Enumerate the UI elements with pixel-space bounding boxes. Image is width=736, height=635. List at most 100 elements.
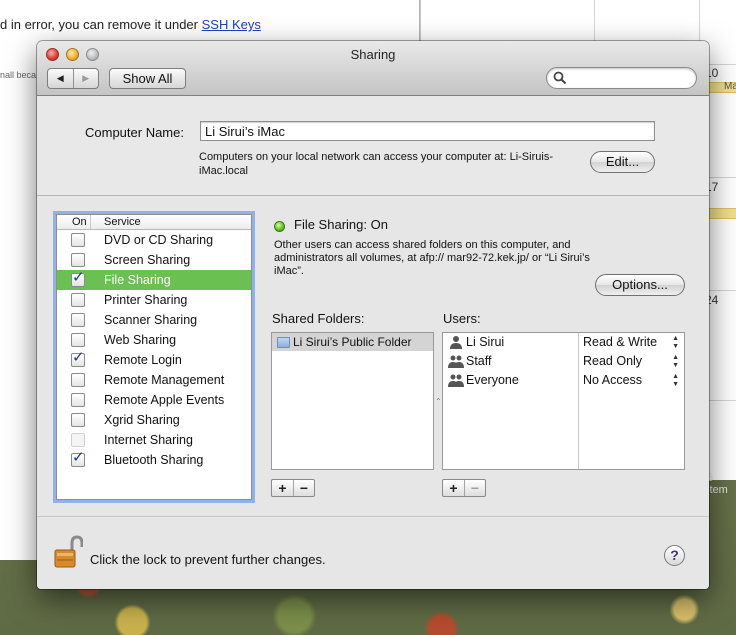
- ssh-keys-link[interactable]: SSH Keys: [202, 17, 261, 32]
- service-row[interactable]: Screen Sharing: [57, 250, 251, 270]
- folder-icon: [277, 336, 290, 348]
- service-checkbox[interactable]: [71, 293, 85, 307]
- shared-folder-row[interactable]: Li Sirui’s Public Folder: [272, 333, 433, 351]
- group-icon: [448, 355, 464, 368]
- service-label: File Sharing: [104, 273, 171, 287]
- sharing-window: Sharing ◀ ▶ Show All Computer Name: Comp…: [37, 41, 709, 589]
- calendar-event-label: Ma: [724, 81, 736, 92]
- users-add-remove: + −: [442, 479, 486, 497]
- service-checkbox[interactable]: [71, 233, 85, 247]
- service-row[interactable]: Xgrid Sharing: [57, 410, 251, 430]
- permission-value: Read & Write: [583, 335, 658, 349]
- service-status-description: Other users can access shared folders on…: [274, 239, 590, 277]
- column-header-on[interactable]: On: [57, 215, 91, 229]
- service-row[interactable]: Internet Sharing: [57, 430, 251, 450]
- search-field[interactable]: [546, 67, 697, 89]
- service-row[interactable]: ✓ Remote Login: [57, 349, 251, 370]
- service-checkbox[interactable]: [71, 333, 85, 347]
- window-toolbar: Sharing ◀ ▶ Show All: [37, 41, 709, 96]
- users-list[interactable]: Li Sirui Staff Everyone Read & Write ▲ ▼ …: [442, 332, 685, 470]
- back-button[interactable]: ◀: [48, 69, 73, 88]
- service-checkbox[interactable]: ✓: [71, 269, 85, 287]
- show-all-button[interactable]: Show All: [109, 68, 186, 89]
- service-checkbox[interactable]: ✓: [71, 449, 85, 467]
- service-checkbox[interactable]: ✓: [71, 349, 85, 367]
- users-name-column: Li Sirui Staff Everyone: [443, 333, 579, 469]
- remove-user-button[interactable]: −: [464, 480, 485, 496]
- service-row[interactable]: ✓ File Sharing: [57, 269, 251, 290]
- computer-name-description: Computers on your local network can acce…: [199, 151, 553, 177]
- service-label: Remote Management: [104, 373, 225, 387]
- options-button[interactable]: Options...: [595, 274, 685, 296]
- service-row[interactable]: Remote Apple Events: [57, 390, 251, 410]
- splitter-handle-icon[interactable]: ⌃: [435, 397, 442, 406]
- permission-popup[interactable]: Read & Write ▲ ▼: [583, 335, 683, 354]
- service-label: DVD or CD Sharing: [104, 233, 214, 247]
- checkmark-icon: ✓: [72, 449, 85, 466]
- service-checkbox[interactable]: [71, 393, 85, 407]
- service-label: Printer Sharing: [104, 293, 188, 307]
- service-label: Remote Login: [104, 353, 182, 367]
- search-icon: [553, 71, 567, 85]
- service-row[interactable]: Remote Management: [57, 370, 251, 390]
- service-label: Bluetooth Sharing: [104, 453, 204, 467]
- forward-arrow-icon: ▶: [82, 73, 90, 83]
- permission-popup[interactable]: No Access ▲ ▼: [583, 373, 683, 392]
- window-footer: Click the lock to prevent further change…: [37, 518, 709, 589]
- service-row[interactable]: Scanner Sharing: [57, 310, 251, 330]
- service-checkbox[interactable]: [71, 373, 85, 387]
- user-row[interactable]: Staff: [443, 352, 578, 371]
- window-title: Sharing: [350, 47, 396, 62]
- popup-arrows-icon: ▲ ▼: [672, 373, 679, 388]
- service-row[interactable]: DVD or CD Sharing: [57, 230, 251, 250]
- service-checkbox[interactable]: [71, 253, 85, 267]
- background-text: d in error, you can remove it under SSH …: [0, 17, 261, 32]
- shared-folders-list[interactable]: Li Sirui’s Public Folder: [271, 332, 434, 470]
- service-checkbox[interactable]: [71, 413, 85, 427]
- column-header-service[interactable]: Service: [91, 215, 141, 229]
- back-forward-control: ◀ ▶: [47, 68, 99, 89]
- user-name: Everyone: [466, 373, 519, 387]
- user-row[interactable]: Li Sirui: [443, 333, 578, 352]
- shared-folder-name: Li Sirui’s Public Folder: [293, 335, 412, 349]
- background-item-count: 5 item: [707, 472, 728, 496]
- add-folder-button[interactable]: +: [272, 480, 293, 496]
- popup-arrows-icon: ▲ ▼: [672, 354, 679, 369]
- service-checkbox: [71, 433, 85, 447]
- service-status: File Sharing: On: [294, 217, 388, 232]
- service-row[interactable]: ✓ Bluetooth Sharing: [57, 449, 251, 470]
- unlocked-lock-icon[interactable]: [53, 535, 83, 569]
- service-label: Screen Sharing: [104, 253, 191, 267]
- permission-popup[interactable]: Read Only ▲ ▼: [583, 354, 683, 373]
- service-row[interactable]: Web Sharing: [57, 330, 251, 350]
- single-user-icon: [450, 336, 462, 349]
- popup-arrows-icon: ▲ ▼: [672, 335, 679, 350]
- shared-folders-label: Shared Folders:: [272, 311, 365, 326]
- services-list[interactable]: On Service DVD or CD Sharing Screen Shari…: [56, 214, 252, 500]
- remove-folder-button[interactable]: −: [293, 480, 314, 496]
- service-checkbox[interactable]: [71, 313, 85, 327]
- group-icon: [448, 374, 464, 387]
- computer-name-field[interactable]: [200, 121, 655, 141]
- edit-button[interactable]: Edit...: [590, 151, 655, 173]
- service-label: Internet Sharing: [104, 433, 193, 447]
- add-user-button[interactable]: +: [443, 480, 464, 496]
- lock-message: Click the lock to prevent further change…: [90, 552, 326, 567]
- services-rows: DVD or CD Sharing Screen Sharing ✓ File Sha…: [57, 230, 251, 470]
- users-label: Users:: [443, 311, 481, 326]
- service-label: Scanner Sharing: [104, 313, 198, 327]
- background-text-small: nall beca: [0, 70, 37, 80]
- service-label: Remote Apple Events: [104, 393, 225, 407]
- search-input[interactable]: [569, 70, 689, 86]
- service-label: Web Sharing: [104, 333, 177, 347]
- user-name: Staff: [466, 354, 492, 368]
- user-name: Li Sirui: [466, 335, 505, 349]
- user-row[interactable]: Everyone: [443, 371, 578, 390]
- service-row[interactable]: Printer Sharing: [57, 290, 251, 310]
- forward-button[interactable]: ▶: [72, 69, 99, 88]
- help-button[interactable]: ?: [664, 545, 685, 566]
- services-list-header: On Service: [57, 215, 251, 230]
- computer-name-label: Computer Name:: [85, 125, 184, 140]
- service-label: Xgrid Sharing: [104, 413, 180, 427]
- permission-value: No Access: [583, 373, 643, 387]
